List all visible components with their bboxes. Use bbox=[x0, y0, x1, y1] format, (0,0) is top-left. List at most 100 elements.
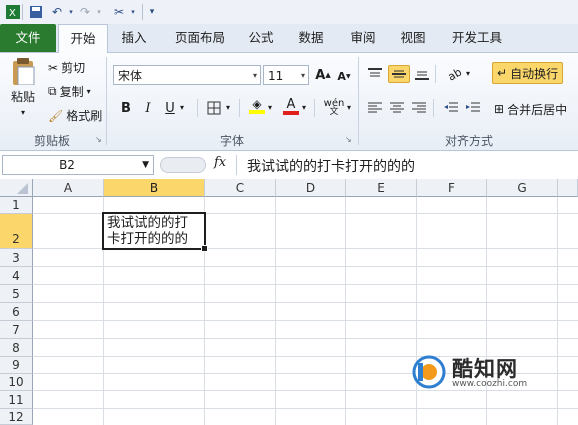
increase-indent-icon bbox=[466, 102, 480, 112]
row-header-11[interactable]: 11 bbox=[0, 391, 33, 409]
formula-bar-resize-handle[interactable] bbox=[160, 157, 206, 173]
clipboard-group-label: 剪贴板 bbox=[33, 134, 70, 148]
column-header-h[interactable] bbox=[558, 179, 578, 197]
font-name-select[interactable]: 宋体 ▾ bbox=[113, 65, 261, 85]
tab-view[interactable]: 视图 bbox=[392, 24, 434, 52]
formula-input[interactable]: 我试试的的打卡打开的的的 bbox=[236, 155, 578, 175]
column-header-f[interactable]: F bbox=[417, 179, 487, 197]
paste-button[interactable]: 粘贴 ▾ bbox=[6, 57, 40, 117]
column-header-e[interactable]: E bbox=[346, 179, 417, 197]
italic-button[interactable]: I bbox=[139, 99, 157, 117]
save-icon[interactable] bbox=[27, 3, 45, 21]
merge-center-button[interactable]: ⊞ 合并后居中 bbox=[494, 99, 567, 119]
row-header-8[interactable]: 8 bbox=[0, 339, 33, 357]
row-header-7[interactable]: 7 bbox=[0, 321, 33, 339]
column-header-g[interactable]: G bbox=[487, 179, 558, 197]
alignment-group-label: 对齐方式 bbox=[444, 134, 493, 148]
border-icon bbox=[207, 101, 221, 115]
row-header-6[interactable]: 6 bbox=[0, 303, 33, 321]
column-header-b[interactable]: B bbox=[104, 179, 205, 197]
row-header-1[interactable]: 1 bbox=[0, 197, 33, 214]
font-color-icon: A bbox=[286, 96, 296, 112]
name-box[interactable]: B2 ▼ bbox=[2, 155, 154, 175]
row-header-5[interactable]: 5 bbox=[0, 285, 33, 303]
align-left-icon bbox=[368, 102, 382, 113]
copy-button[interactable]: ⧉ 复制 ▾ bbox=[48, 83, 91, 100]
customize-qat-icon[interactable]: ▾ bbox=[143, 3, 161, 21]
redo-dropdown-icon[interactable]: ▾ bbox=[90, 3, 108, 21]
fill-handle[interactable] bbox=[201, 245, 208, 252]
grow-font-button[interactable]: A ▲ bbox=[314, 66, 332, 84]
phonetic-dropdown-icon[interactable]: ▾ bbox=[347, 103, 351, 112]
tab-home[interactable]: 开始 bbox=[58, 24, 108, 53]
align-right-button[interactable] bbox=[410, 99, 428, 117]
shrink-font-button[interactable]: A ▼ bbox=[335, 67, 353, 85]
tab-developer[interactable]: 开发工具 bbox=[444, 24, 510, 52]
fill-dropdown-icon[interactable]: ▾ bbox=[268, 103, 272, 112]
font-name-value: 宋体 bbox=[118, 69, 143, 83]
name-box-dropdown-icon[interactable]: ▼ bbox=[142, 156, 149, 174]
format-painter-button[interactable]: 🖌 格式刷 bbox=[48, 107, 102, 124]
gridline bbox=[33, 266, 578, 267]
select-all-button[interactable] bbox=[0, 179, 33, 197]
column-header-a[interactable]: A bbox=[33, 179, 104, 197]
orientation-icon: ab bbox=[445, 64, 465, 84]
borders-button[interactable] bbox=[205, 99, 223, 117]
font-size-select[interactable]: 11 ▾ bbox=[263, 65, 309, 85]
row-header-10[interactable]: 10 bbox=[0, 374, 33, 391]
font-color-dropdown-icon[interactable]: ▾ bbox=[302, 103, 306, 112]
row-header-3[interactable]: 3 bbox=[0, 249, 33, 267]
formula-bar: B2 ▼ fx 我试试的的打卡打开的的的 bbox=[0, 151, 578, 180]
align-bottom-button[interactable] bbox=[413, 65, 431, 83]
tab-formulas[interactable]: 公式 bbox=[240, 24, 282, 52]
borders-dropdown-icon[interactable]: ▾ bbox=[226, 103, 230, 112]
decrease-indent-button[interactable] bbox=[442, 99, 460, 117]
clipboard-launcher-icon[interactable]: ↘ bbox=[95, 135, 102, 144]
row-header-4[interactable]: 4 bbox=[0, 267, 33, 285]
font-launcher-icon[interactable]: ↘ bbox=[345, 135, 352, 144]
align-left-button[interactable] bbox=[366, 99, 384, 117]
watermark: 酷知网 www.coozhi.com bbox=[412, 353, 557, 393]
row-header-12[interactable]: 12 bbox=[0, 409, 33, 425]
font-color-button[interactable]: A bbox=[282, 97, 300, 115]
align-middle-button[interactable] bbox=[388, 65, 410, 83]
shrink-font-icon: A bbox=[337, 69, 346, 83]
underline-button[interactable]: U bbox=[161, 99, 179, 117]
fill-bucket-icon: ◈ bbox=[252, 97, 262, 111]
insert-function-button[interactable]: fx bbox=[214, 155, 226, 170]
orientation-dropdown-icon[interactable]: ▾ bbox=[466, 69, 470, 78]
cell-b2-line1: 我试试的的打 bbox=[107, 215, 188, 231]
merge-icon: ⊞ bbox=[494, 102, 505, 116]
svg-text:X: X bbox=[9, 8, 16, 19]
align-right-icon bbox=[412, 102, 426, 113]
underline-dropdown-icon[interactable]: ▾ bbox=[180, 103, 184, 112]
copy-icon: ⧉ bbox=[48, 84, 57, 98]
chevron-down-icon: ▾ bbox=[300, 71, 305, 80]
font-size-value: 11 bbox=[268, 69, 284, 83]
gridline bbox=[275, 197, 276, 425]
ribbon-tabs: 文件 开始 插入 页面布局 公式 数据 审阅 视图 开发工具 bbox=[0, 24, 578, 53]
tools-dropdown-icon[interactable]: ▾ bbox=[124, 3, 142, 21]
tab-file[interactable]: 文件 bbox=[0, 24, 56, 52]
tab-review[interactable]: 审阅 bbox=[342, 24, 384, 52]
paste-dropdown-icon: ▾ bbox=[20, 108, 25, 117]
cut-button[interactable]: ✂ 剪切 bbox=[48, 59, 85, 76]
row-header-9[interactable]: 9 bbox=[0, 357, 33, 374]
tab-data[interactable]: 数据 bbox=[290, 24, 332, 52]
increase-indent-button[interactable] bbox=[464, 99, 482, 117]
excel-icon[interactable]: X bbox=[4, 3, 22, 21]
row-header-2[interactable]: 2 bbox=[0, 214, 33, 249]
paste-label: 粘贴 bbox=[10, 90, 35, 104]
tab-insert[interactable]: 插入 bbox=[110, 24, 158, 52]
column-header-d[interactable]: D bbox=[276, 179, 346, 197]
align-center-button[interactable] bbox=[388, 99, 406, 117]
tab-page-layout[interactable]: 页面布局 bbox=[164, 24, 236, 52]
orientation-button[interactable]: ab bbox=[444, 65, 466, 83]
column-header-c[interactable]: C bbox=[205, 179, 276, 197]
bold-button[interactable]: B bbox=[117, 99, 135, 117]
active-cell-b2[interactable]: 我试试的的打 卡打开的的的 bbox=[102, 212, 208, 252]
wrap-text-button[interactable]: ↵ 自动换行 bbox=[492, 62, 564, 84]
fill-color-button[interactable]: ◈ bbox=[248, 97, 266, 115]
align-top-button[interactable] bbox=[366, 65, 384, 83]
phonetic-button[interactable]: wén 文 bbox=[322, 99, 346, 117]
